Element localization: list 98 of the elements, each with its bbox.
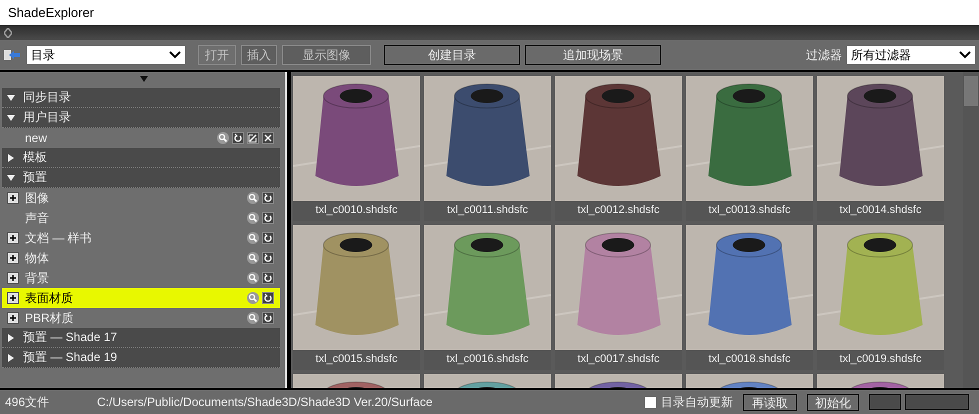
triangle-right-icon: [7, 154, 15, 162]
thumbnail-drawing[interactable]: [293, 76, 420, 201]
refresh-icon[interactable]: [262, 252, 274, 264]
refresh-icon[interactable]: [262, 292, 274, 304]
section-label: 预置 — Shade 17: [23, 329, 118, 346]
thumbnail-drawing[interactable]: [817, 225, 944, 350]
item-label: 文档 — 样书: [25, 230, 92, 246]
tree-item[interactable]: 背景: [2, 268, 280, 288]
plus-icon[interactable]: [7, 312, 19, 324]
thumbnail-drawing[interactable]: [555, 76, 682, 201]
triangle-down-icon[interactable]: [140, 75, 148, 83]
thumbnail-drawing[interactable]: [424, 225, 551, 350]
refresh-icon[interactable]: [262, 312, 274, 324]
tree-item[interactable]: new: [2, 128, 280, 148]
section-label: 模板: [23, 149, 47, 166]
item-label: PBR材质: [25, 310, 74, 326]
status-panel: [869, 394, 901, 410]
thumbnail-drawing[interactable]: [686, 225, 813, 350]
chevron-down-icon: [959, 51, 971, 59]
search-icon[interactable]: [217, 132, 229, 144]
filter-label: 过滤器: [806, 46, 842, 64]
search-icon[interactable]: [247, 232, 259, 244]
tree-item[interactable]: 表面材质: [2, 288, 280, 308]
triangle-down-icon: [7, 114, 15, 122]
tree-item[interactable]: 物体: [2, 248, 280, 268]
item-label: 表面材质: [25, 290, 73, 306]
tree-item[interactable]: PBR材质: [2, 308, 280, 328]
section-label: 同步目录: [23, 89, 71, 106]
status-button[interactable]: 初始化: [807, 394, 859, 410]
tree-section[interactable]: 用户目录: [2, 108, 280, 128]
thumbnail-caption: txl_c0011.shdsfc: [446, 203, 530, 218]
item-label: 背景: [25, 270, 49, 286]
file-count: 496文件: [5, 394, 50, 410]
refresh-icon[interactable]: [262, 192, 274, 204]
thumbnail-drawing[interactable]: [817, 76, 944, 201]
plus-icon[interactable]: [7, 232, 19, 244]
item-label: new: [25, 131, 48, 145]
chevron-down-icon: [169, 51, 181, 59]
plus-icon[interactable]: [7, 272, 19, 284]
plus-icon[interactable]: [7, 192, 19, 204]
item-label: 声音: [25, 210, 49, 226]
search-icon[interactable]: [247, 312, 259, 324]
triangle-down-icon: [7, 174, 15, 182]
edit-icon[interactable]: [247, 132, 259, 144]
thumbnail-caption: txl_c0019.shdsfc: [838, 352, 922, 367]
checkbox[interactable]: [645, 396, 656, 408]
folder-path: C:/Users/Public/Documents/Shade3D/Shade3D Ver.20/Surface: [97, 395, 434, 409]
thumbnail-caption: txl_c0016.shdsfc: [446, 352, 530, 367]
diamond-icon[interactable]: [4, 28, 12, 38]
toolbar-button[interactable]: 追加现场景: [525, 45, 661, 65]
close-icon[interactable]: [262, 132, 274, 144]
refresh-icon[interactable]: [262, 232, 274, 244]
thumbnail-drawing[interactable]: [555, 225, 682, 350]
thumbnail-caption: txl_c0014.shdsfc: [838, 203, 922, 218]
tree-section[interactable]: 预置: [2, 168, 280, 188]
search-icon[interactable]: [247, 192, 259, 204]
tree-section[interactable]: 模板: [2, 148, 280, 168]
item-label: 物体: [25, 250, 49, 266]
triangle-right-icon: [7, 354, 15, 362]
thumbnail-caption: txl_c0015.shdsfc: [314, 352, 398, 367]
status-button[interactable]: 再读取: [743, 394, 797, 410]
thumbnail-caption: txl_c0010.shdsfc: [314, 203, 398, 218]
catalog-arrow-icon[interactable]: [4, 49, 22, 61]
plus-icon[interactable]: [7, 292, 19, 304]
triangle-right-icon: [7, 334, 15, 342]
refresh-icon[interactable]: [232, 132, 244, 144]
triangle-down-icon: [7, 94, 15, 102]
refresh-icon[interactable]: [262, 272, 274, 284]
thumbnail-caption: txl_c0017.shdsfc: [576, 352, 660, 367]
search-icon[interactable]: [247, 212, 259, 224]
status-panel: [905, 394, 969, 410]
plus-icon[interactable]: [7, 252, 19, 264]
search-icon[interactable]: [247, 252, 259, 264]
section-label: 预置 — Shade 19: [23, 349, 118, 366]
checkbox-label: 目录自动更新: [661, 394, 733, 410]
section-label: 预置: [23, 169, 47, 186]
window-title: ShadeExplorer: [8, 5, 94, 20]
thumbnail-drawing[interactable]: [293, 225, 420, 350]
thumbnail-caption: txl_c0018.shdsfc: [708, 352, 792, 367]
scrollbar[interactable]: [963, 72, 979, 388]
thumbnail-caption: txl_c0013.shdsfc: [708, 203, 792, 218]
thumbnail-drawing[interactable]: [686, 76, 813, 201]
section-label: 用户目录: [23, 109, 71, 126]
tree-item[interactable]: 图像: [2, 188, 280, 208]
thumbnail-caption: txl_c0012.shdsfc: [576, 203, 660, 218]
thumbnail-drawing[interactable]: [424, 76, 551, 201]
filter-dropdown[interactable]: 所有过滤器: [847, 46, 975, 64]
tree-item[interactable]: 文档 — 样书: [2, 228, 280, 248]
toolbar-button[interactable]: 创建目录: [384, 45, 520, 65]
item-label: 图像: [25, 190, 49, 206]
catalog-dropdown[interactable]: 目录: [27, 46, 185, 64]
tree-section[interactable]: 同步目录: [2, 88, 280, 108]
tree-section[interactable]: 预置 — Shade 19: [2, 348, 280, 368]
search-icon[interactable]: [247, 272, 259, 284]
tree-section[interactable]: 预置 — Shade 17: [2, 328, 280, 348]
tree-item[interactable]: 声音: [2, 208, 280, 228]
refresh-icon[interactable]: [262, 212, 274, 224]
scrollbar-thumb[interactable]: [964, 76, 978, 106]
